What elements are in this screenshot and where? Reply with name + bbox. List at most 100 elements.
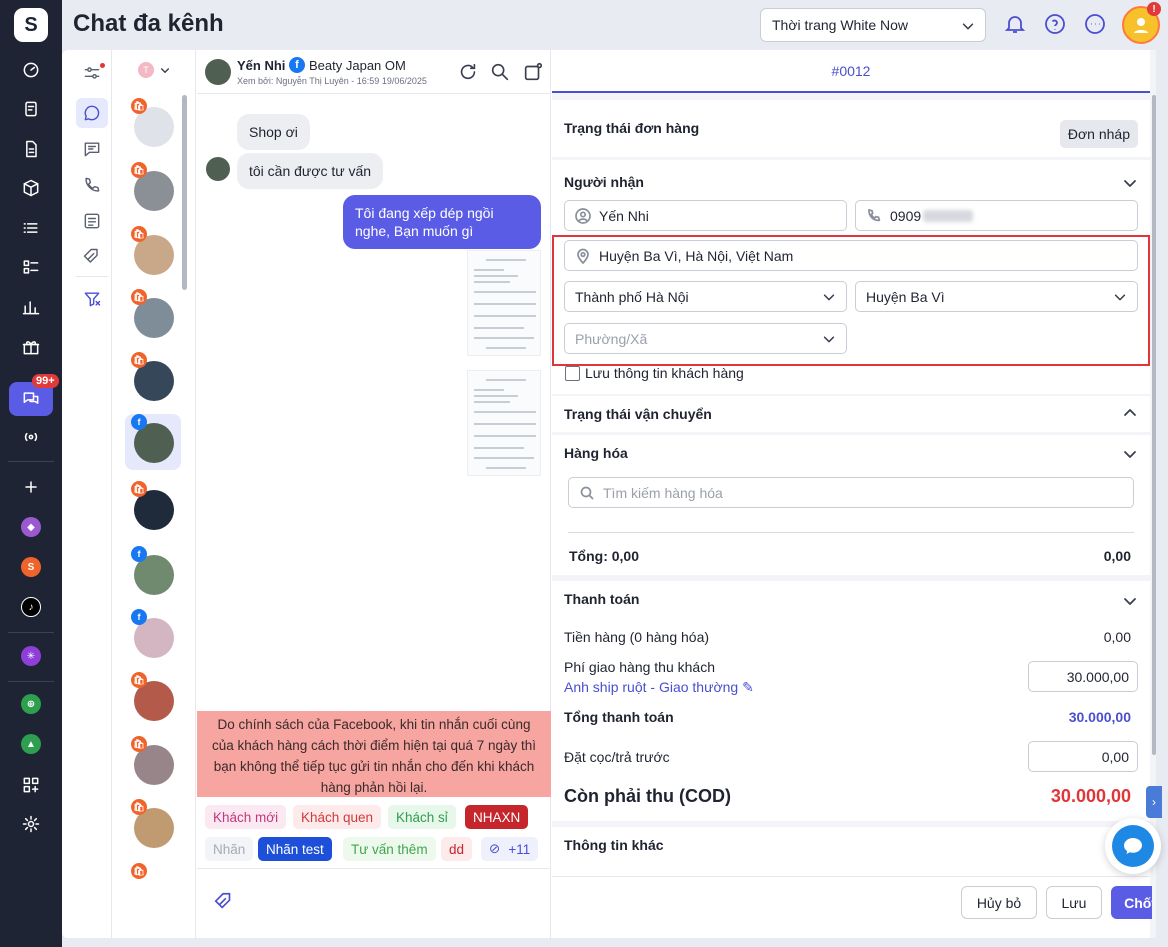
- channel-store-icon[interactable]: ◆: [21, 517, 41, 537]
- tag-chip[interactable]: Nhãn test: [258, 837, 332, 861]
- page-title: Chat đa kênh: [73, 10, 224, 37]
- list-item[interactable]: 🛍: [125, 736, 181, 792]
- shipping-section: Trạng thái vận chuyển: [552, 396, 1150, 432]
- page-name: Beaty Japan OM: [309, 57, 406, 73]
- support-chat-button[interactable]: [1105, 818, 1161, 874]
- phone-icon[interactable]: [76, 170, 108, 200]
- goods-section: Hàng hóa Tìm kiếm hàng hóa Tổng: 0,00 0,…: [552, 435, 1150, 575]
- recipient-phone-field[interactable]: 0909: [855, 200, 1138, 231]
- facebook-source-icon: f: [131, 546, 147, 562]
- section-title: Thanh toán: [564, 591, 640, 607]
- address-field[interactable]: Huyện Ba Vì, Hà Nội, Việt Nam: [564, 240, 1138, 271]
- document-icon[interactable]: [13, 134, 49, 164]
- save-button[interactable]: Lưu: [1046, 886, 1102, 919]
- broadcast-icon[interactable]: [13, 422, 49, 452]
- list-item[interactable]: 🛍: [125, 863, 181, 883]
- checklist-icon[interactable]: [13, 252, 49, 282]
- expand-panel-button[interactable]: ›: [1146, 786, 1162, 818]
- rail-divider: [8, 461, 54, 462]
- deposit-input[interactable]: 0,00: [1028, 741, 1138, 772]
- conversation-list: T 🛍 🛍 🛍 🛍 🛍 f 🛍 f f 🛍 🛍 🛍 🛍: [113, 50, 196, 938]
- cancel-button[interactable]: Hủy bỏ: [961, 886, 1037, 919]
- chevron-down-icon[interactable]: [1122, 446, 1138, 462]
- more-tags-button[interactable]: ⊘ +11: [481, 837, 539, 861]
- app-logo[interactable]: S: [14, 8, 48, 42]
- list-item[interactable]: 🛍: [125, 672, 181, 728]
- tag-chip[interactable]: Nhãn: [205, 837, 254, 861]
- city-select[interactable]: Thành phố Hà Nội: [564, 281, 847, 312]
- list-item[interactable]: 🛍: [125, 226, 181, 282]
- filter-settings-icon[interactable]: [76, 58, 108, 88]
- bell-icon[interactable]: [1003, 12, 1027, 36]
- ward-placeholder: Phường/Xã: [575, 330, 648, 347]
- refresh-icon[interactable]: [457, 61, 479, 83]
- chevron-down-icon[interactable]: [1122, 593, 1138, 609]
- deposit-label: Đặt cọc/trả trước: [564, 749, 670, 765]
- tag-add-icon[interactable]: [213, 891, 235, 913]
- shipping-provider[interactable]: Anh ship ruột - Giao thường ✎: [564, 679, 754, 696]
- order-status-badge[interactable]: Đơn nháp: [1059, 120, 1138, 148]
- goods-search-input[interactable]: Tìm kiếm hàng hóa: [568, 477, 1134, 508]
- chevron-up-icon[interactable]: [1122, 405, 1138, 421]
- recipient-name-field[interactable]: Yến Nhi: [564, 200, 847, 231]
- shop-source-icon: 🛍: [131, 352, 147, 368]
- clear-filter-icon[interactable]: [76, 284, 108, 314]
- rail-divider: [8, 681, 54, 682]
- tag-chip[interactable]: NHAXN: [465, 805, 529, 829]
- add-icon[interactable]: [13, 472, 49, 502]
- message-bubble: Shop ơi: [237, 114, 310, 150]
- list-item[interactable]: 🛍: [125, 162, 181, 218]
- list-item[interactable]: 🛍: [125, 289, 181, 345]
- list-scrollbar[interactable]: [182, 95, 187, 290]
- notes-icon[interactable]: [76, 206, 108, 236]
- account-filter[interactable]: T: [138, 62, 171, 78]
- chevron-down-icon[interactable]: [1122, 175, 1138, 191]
- order-scrollbar-thumb[interactable]: [1152, 95, 1156, 755]
- integration-icon[interactable]: ✳: [21, 646, 41, 666]
- comments-icon[interactable]: [76, 134, 108, 164]
- shopee-icon[interactable]: S: [21, 557, 41, 577]
- submit-order-button[interactable]: Chốt đơn: [1111, 886, 1156, 919]
- report-chart-icon[interactable]: [13, 292, 49, 322]
- list-item[interactable]: 🛍: [125, 481, 181, 537]
- order-icon[interactable]: [13, 94, 49, 124]
- gift-icon[interactable]: [13, 332, 49, 362]
- receipt-image[interactable]: [467, 370, 541, 476]
- list-item[interactable]: f: [125, 414, 181, 470]
- tag-chip[interactable]: Tư vấn thêm: [343, 837, 436, 861]
- apps-add-icon[interactable]: [13, 770, 49, 800]
- search-icon[interactable]: [489, 61, 511, 83]
- rail-divider: [8, 632, 54, 633]
- list-item[interactable]: 🛍: [125, 799, 181, 855]
- settings-gear-icon[interactable]: [13, 809, 49, 839]
- product-box-icon[interactable]: [13, 173, 49, 203]
- list-icon[interactable]: [13, 213, 49, 243]
- tag-chip[interactable]: Khách sỉ: [388, 805, 456, 829]
- order-tab[interactable]: #0012: [552, 50, 1150, 93]
- avatar[interactable]: [205, 59, 231, 85]
- sales-channel-icon[interactable]: ▲: [21, 734, 41, 754]
- shipping-fee-input[interactable]: 30.000,00: [1028, 661, 1138, 692]
- tag-chip[interactable]: dd: [441, 837, 473, 861]
- list-item[interactable]: 🛍: [125, 98, 181, 154]
- list-item[interactable]: f: [125, 546, 181, 602]
- district-select[interactable]: Huyện Ba Vì: [855, 281, 1138, 312]
- goods-search-placeholder: Tìm kiếm hàng hóa: [603, 484, 723, 501]
- shop-source-icon: 🛍: [131, 481, 147, 497]
- tiktok-icon[interactable]: ♪: [21, 597, 41, 617]
- save-customer-checkbox[interactable]: [565, 366, 580, 381]
- list-item[interactable]: f: [125, 609, 181, 665]
- tag-chip[interactable]: Khách quen: [293, 805, 382, 829]
- new-order-icon[interactable]: [522, 61, 544, 83]
- more-icon[interactable]: [1083, 12, 1107, 36]
- help-icon[interactable]: [1043, 12, 1067, 36]
- tags-icon[interactable]: [76, 242, 108, 272]
- ward-select[interactable]: Phường/Xã: [564, 323, 847, 354]
- list-item[interactable]: 🛍: [125, 352, 181, 408]
- messages-icon[interactable]: [76, 98, 108, 128]
- store-select[interactable]: Thời trang White Now: [760, 8, 986, 42]
- dashboard-icon[interactable]: [13, 55, 49, 85]
- cart-channel-icon[interactable]: ⊕: [21, 694, 41, 714]
- tag-chip[interactable]: Khách mới: [205, 805, 287, 829]
- receipt-image[interactable]: [467, 250, 541, 356]
